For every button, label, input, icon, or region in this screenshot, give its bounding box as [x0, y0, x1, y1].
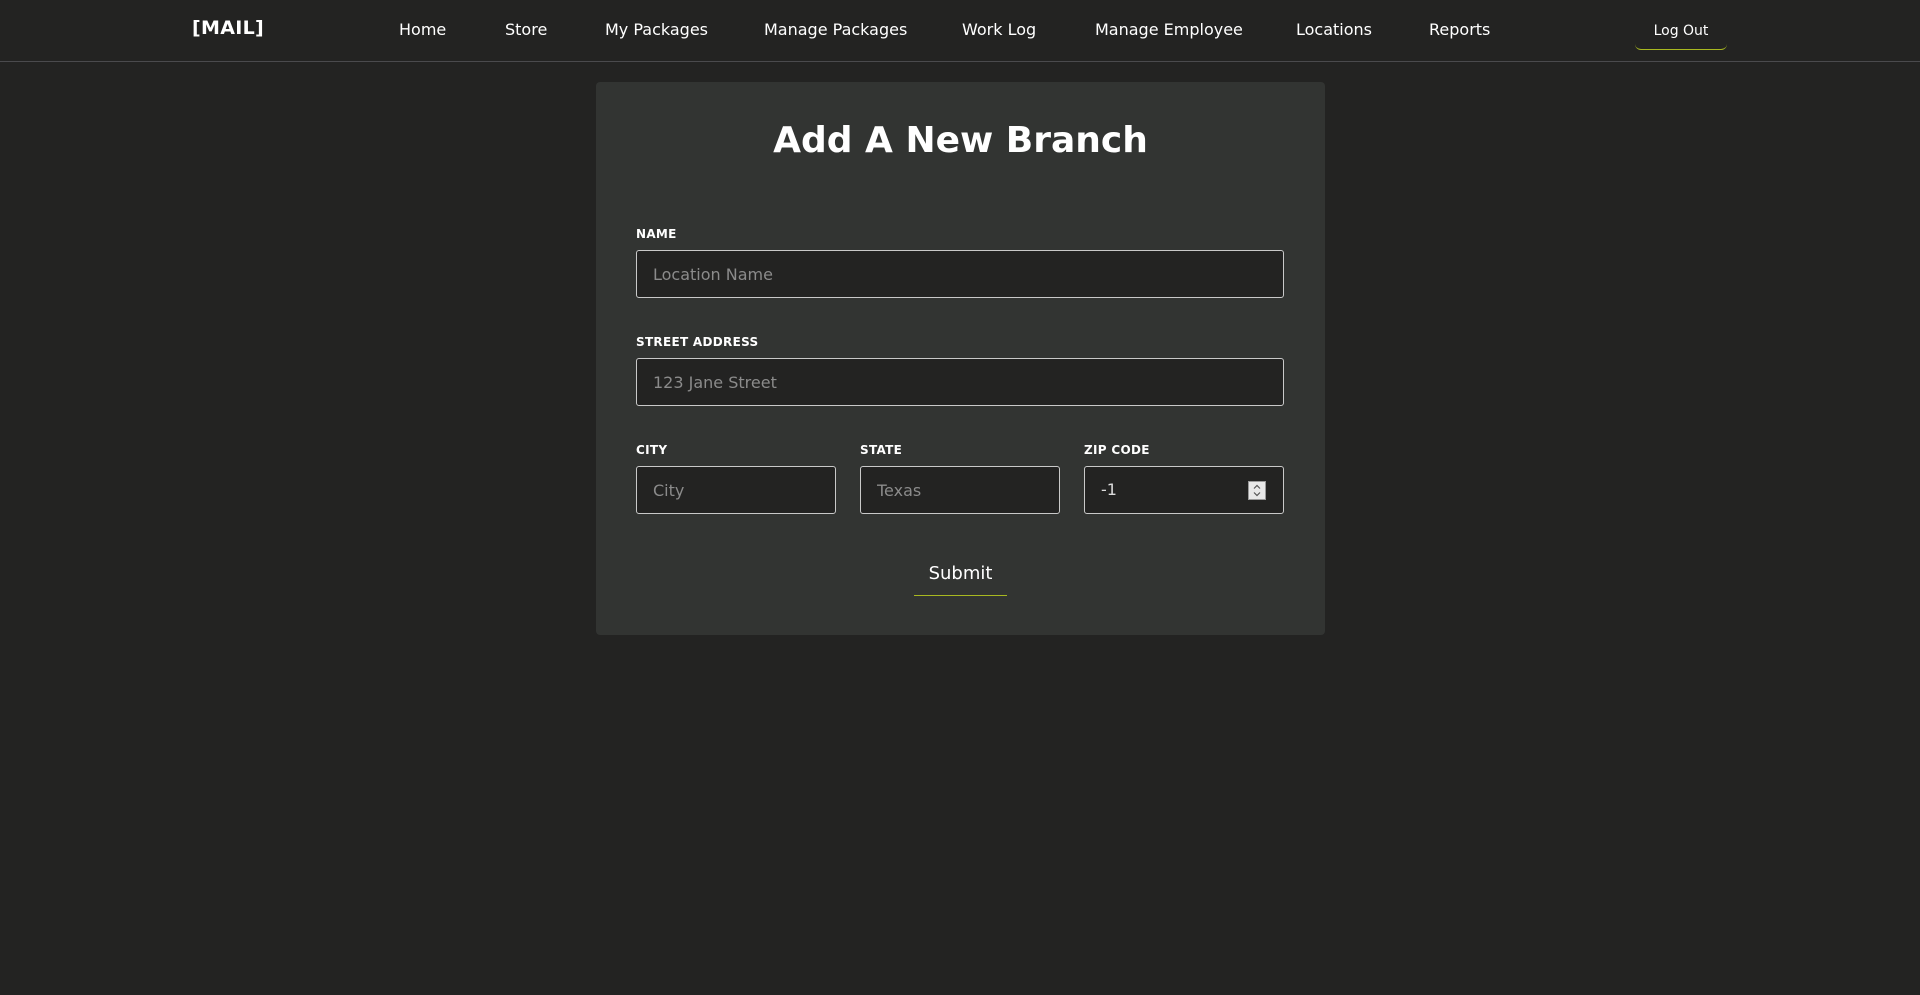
- top-navbar: [MAIL] Home Store My Packages Manage Pac…: [0, 0, 1920, 62]
- add-branch-card: Add A New Branch NAME STREET ADDRESS CIT…: [596, 82, 1325, 635]
- zip-code-input[interactable]: -1: [1084, 466, 1284, 514]
- nav-reports[interactable]: Reports: [1429, 20, 1490, 39]
- street-address-input[interactable]: [636, 358, 1284, 406]
- nav-manage-packages[interactable]: Manage Packages: [764, 20, 907, 39]
- nav-work-log[interactable]: Work Log: [962, 20, 1036, 39]
- street-address-label: STREET ADDRESS: [636, 335, 759, 349]
- nav-locations[interactable]: Locations: [1296, 20, 1372, 39]
- zip-code-value: -1: [1101, 480, 1117, 499]
- submit-button[interactable]: Submit: [914, 558, 1007, 596]
- page-title: Add A New Branch: [773, 120, 1148, 161]
- nav-manage-employee[interactable]: Manage Employee: [1095, 20, 1243, 39]
- city-label: CITY: [636, 443, 668, 457]
- brand-logo[interactable]: [MAIL]: [192, 17, 264, 39]
- nav-my-packages[interactable]: My Packages: [605, 20, 708, 39]
- state-label: STATE: [860, 443, 903, 457]
- nav-store[interactable]: Store: [505, 20, 547, 39]
- city-input[interactable]: [636, 466, 836, 514]
- name-label: NAME: [636, 227, 677, 241]
- number-stepper-icon[interactable]: [1248, 481, 1266, 500]
- logout-button[interactable]: Log Out: [1635, 12, 1727, 50]
- location-name-input[interactable]: [636, 250, 1284, 298]
- nav-home[interactable]: Home: [399, 20, 446, 39]
- state-input[interactable]: [860, 466, 1060, 514]
- zip-code-label: ZIP CODE: [1084, 443, 1150, 457]
